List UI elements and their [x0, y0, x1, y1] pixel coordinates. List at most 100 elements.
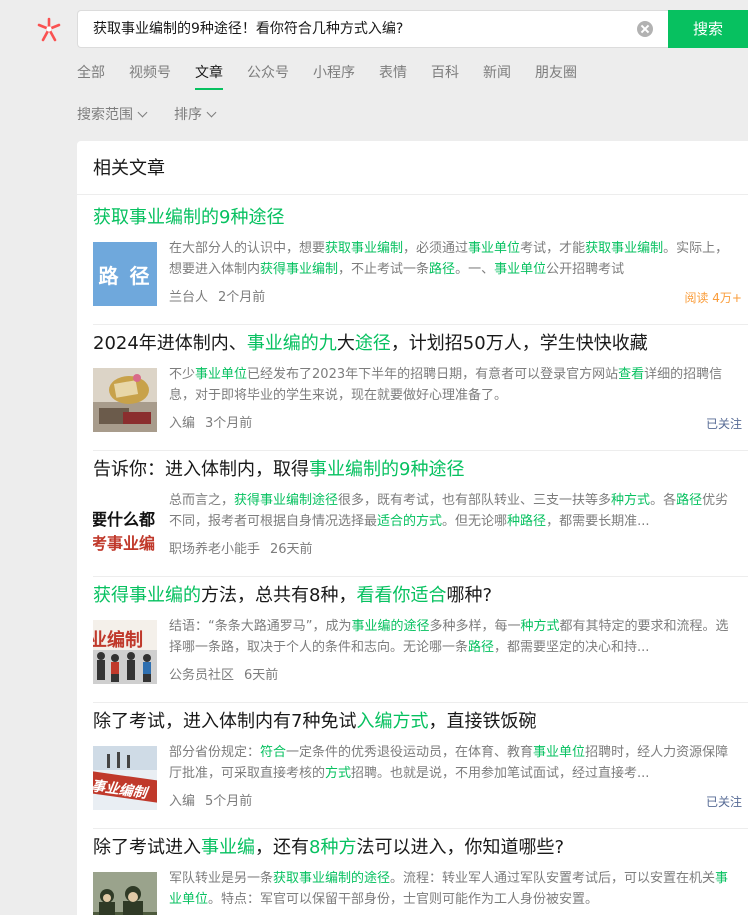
text-segment: ，都需要长期准... — [546, 514, 650, 529]
article-title[interactable]: 除了考试进入事业编，还有8种方法可以进入，你知道哪些? — [93, 836, 564, 860]
filter-label: 搜索范围 — [77, 107, 133, 123]
article-time: 2个月前 — [218, 290, 266, 305]
highlight-text: 事业编的途径 — [351, 619, 430, 634]
text-segment: 部分省份规定： — [169, 745, 261, 760]
filter-label: 排序 — [174, 107, 202, 123]
followed-badge: 已关注 — [705, 417, 742, 431]
divider — [93, 828, 748, 829]
followed-badge: 已关注 — [705, 795, 742, 809]
article-item[interactable]: 除了考试进入事业编，还有8种方法可以进入，你知道哪些? 军队转业是另一条获取事业编… — [93, 836, 748, 915]
article-meta: 公务员社区 6天前 — [169, 666, 278, 686]
article-source[interactable]: 入编 — [169, 794, 195, 809]
highlight-text: 事业编制的9种途径 — [309, 459, 465, 480]
article-title[interactable]: 2024年进体制内、事业编的九大途径，计划招50万人，学生快快收藏 — [93, 332, 648, 356]
highlight-text: 入编方式 — [356, 711, 429, 732]
chevron-down-icon — [206, 107, 217, 117]
highlight-text: 适合的方式 — [377, 514, 443, 529]
tab-2[interactable]: 文章 — [195, 62, 223, 90]
highlight-text: 符合 — [260, 745, 287, 760]
article-summary: 军队转业是另一条获取事业编制的途径。流程：转业军人通过军队安置考试后，可以安置在… — [169, 868, 741, 910]
article-title[interactable]: 告诉你：进入体制内，取得事业编制的9种途径 — [93, 458, 464, 482]
article-thumbnail[interactable]: 业编制 — [93, 620, 157, 684]
article-source[interactable]: 兰台人 — [169, 290, 208, 305]
text-segment: 方法，总共有8种， — [201, 585, 357, 606]
article-thumbnail[interactable] — [93, 872, 157, 915]
search-button[interactable]: 搜索 — [668, 10, 748, 48]
search-input[interactable]: 获取事业编制的9种途径！看你符合几种方式入编? — [93, 11, 623, 47]
text-segment: 在大部分人的认识中，想要 — [169, 241, 326, 256]
tab-6[interactable]: 百科 — [431, 62, 459, 90]
text-segment: 法可以进入，你知道哪些? — [356, 837, 565, 858]
article-thumbnail[interactable]: 路 径 — [93, 242, 157, 306]
article-thumbnail[interactable]: 事业编制 — [93, 746, 157, 810]
text-segment: 。各 — [650, 493, 677, 508]
highlight-text: 获得事业编制途径 — [234, 493, 339, 508]
text-segment: 公开招聘考试 — [546, 262, 625, 277]
highlight-text: 查看 — [618, 367, 645, 382]
article-summary: 不少事业单位已经发布了2023年下半年的招聘日期，有意者可以登录官方网站查看详细… — [169, 364, 741, 406]
article-source[interactable]: 公务员社区 — [169, 668, 234, 683]
article-summary: 部分省份规定：符合一定条件的优秀退役运动员，在体育、教育事业单位招聘时，经人力资… — [169, 742, 741, 784]
tab-3[interactable]: 公众号 — [247, 62, 289, 90]
tab-7[interactable]: 新闻 — [483, 62, 511, 90]
text-segment: 2024年进体制内、 — [93, 333, 247, 354]
text-segment: 除了考试进入 — [93, 837, 201, 858]
text-segment: ，直接铁饭碗 — [428, 711, 537, 732]
text-segment: 。特点：军官可以保留干部身份，士官则可能作为工人身份被安置。 — [208, 892, 599, 907]
divider — [93, 324, 748, 325]
clear-icon[interactable] — [637, 21, 653, 37]
text-segment: ，必须通过 — [403, 241, 469, 256]
article-time: 5个月前 — [205, 794, 253, 809]
chevron-down-icon — [137, 107, 148, 117]
category-tabs: 全部 视频号 文章 公众号 小程序 表情 百科 新闻 朋友圈 — [77, 62, 601, 90]
text-segment: 。一、 — [455, 262, 495, 277]
search-field[interactable]: 获取事业编制的9种途径！看你符合几种方式入编? — [77, 10, 668, 48]
highlight-text: 种方式 — [520, 619, 560, 634]
article-summary: 结语：“条条大路通罗马”，成为事业编的途径多种多样，每一种方式都有其特定的要求和… — [169, 616, 741, 658]
text-segment: 除了考试，进入体制内有7种免试 — [93, 711, 357, 732]
article-source[interactable]: 入编 — [169, 416, 195, 431]
highlight-text: 事业单位 — [494, 262, 547, 277]
article-thumbnail[interactable]: 要什么都 考事业编 — [93, 494, 157, 558]
article-thumbnail[interactable] — [93, 368, 157, 432]
highlight-text: 种路径 — [507, 514, 547, 529]
article-item[interactable]: 获取事业编制的9种途径路 径在大部分人的认识中，想要获取事业编制，必须通过事业单… — [93, 206, 748, 325]
text-segment: 一定条件的优秀退役运动员，在体育、教育 — [286, 745, 534, 760]
article-meta: 职场养老小能手 26天前 — [169, 540, 313, 560]
article-meta: 入编 5个月前 — [169, 792, 252, 812]
article-item[interactable]: 告诉你：进入体制内，取得事业编制的9种途径 要什么都 考事业编 总而言之，获得事业编制… — [93, 458, 748, 577]
section-title: 相关文章 — [93, 158, 165, 179]
text-segment: 多种多样，每一 — [429, 619, 521, 634]
text-segment: 。流程：转业军人通过军队安置考试后，可以安置在机关 — [390, 871, 716, 886]
highlight-text: 获取事业编制 — [325, 241, 404, 256]
filter-bar: 搜索范围 排序 — [77, 104, 243, 124]
filter-dropdown-0[interactable]: 搜索范围 — [77, 104, 148, 124]
text-segment: 很多，既有考试，也有部队转业、三支一扶等多 — [338, 493, 612, 508]
tab-4[interactable]: 小程序 — [313, 62, 355, 90]
article-source[interactable]: 职场养老小能手 — [169, 542, 260, 557]
text-segment: 哪种? — [446, 585, 493, 606]
read-count: 阅读 4万+ — [684, 291, 742, 305]
highlight-text: 路径 — [429, 262, 456, 277]
article-title[interactable]: 获得事业编的方法，总共有8种，看看你适合哪种? — [93, 584, 492, 608]
tab-0[interactable]: 全部 — [77, 62, 105, 90]
tab-1[interactable]: 视频号 — [129, 62, 171, 90]
highlight-text: 获得事业编制 — [260, 262, 339, 277]
text-segment: 大 — [336, 333, 355, 354]
highlight-text: 路径 — [468, 640, 495, 655]
article-item[interactable]: 除了考试，进入体制内有7种免试入编方式，直接铁饭碗事业编制 部分省份规定：符合一定… — [93, 710, 748, 829]
article-title[interactable]: 除了考试，进入体制内有7种免试入编方式，直接铁饭碗 — [93, 710, 536, 734]
article-item[interactable]: 获得事业编的方法，总共有8种，看看你适合哪种? 业编制 结语：“条条大路通罗马”，成… — [93, 584, 748, 703]
article-meta: 兰台人 2个月前 — [169, 288, 265, 308]
filter-dropdown-1[interactable]: 排序 — [174, 104, 217, 124]
text-segment: ，都需要坚定的决心和持... — [494, 640, 650, 655]
article-title[interactable]: 获取事业编制的9种途径 — [93, 206, 284, 230]
article-item[interactable]: 2024年进体制内、事业编的九大途径，计划招50万人，学生快快收藏不少事业单位已… — [93, 332, 748, 451]
highlight-text: 看看你适合 — [356, 585, 447, 606]
text-segment: 已经发布了2023年下半年的招聘日期，有意者可以登录官方网站 — [247, 367, 619, 382]
highlight-text: 途径 — [354, 333, 391, 354]
tab-5[interactable]: 表情 — [379, 62, 407, 90]
divider — [77, 194, 748, 195]
tab-8[interactable]: 朋友圈 — [535, 62, 577, 90]
article-time: 26天前 — [270, 542, 313, 557]
